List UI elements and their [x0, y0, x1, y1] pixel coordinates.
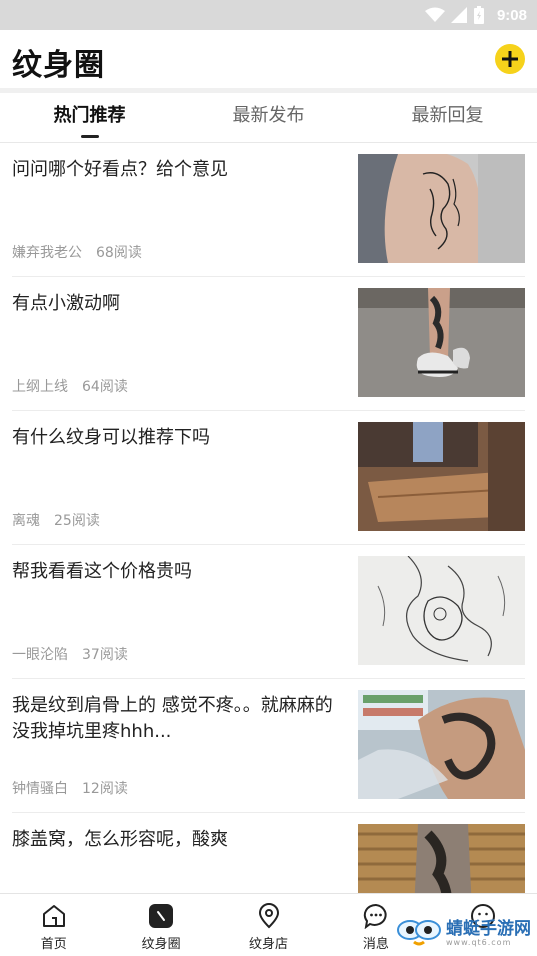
list-item[interactable]: 有什么纹身可以推荐下吗 离魂 25阅读: [12, 411, 525, 545]
circle-icon: [149, 904, 174, 928]
list-item[interactable]: 有点小激动啊 上纲上线 64阅读: [12, 277, 525, 411]
plus-icon: [502, 51, 518, 67]
post-title: 有什么纹身可以推荐下吗: [12, 427, 210, 448]
post-thumbnail[interactable]: [358, 422, 525, 531]
nav-home-label: 首页: [40, 937, 67, 952]
tab-replies-label: 最新回复: [411, 105, 484, 126]
status-time: 9:08: [496, 6, 527, 24]
post-title: 问问哪个好看点？给个意见: [12, 159, 228, 180]
tab-replies[interactable]: 最新回复: [358, 93, 537, 142]
post-author: 离魂: [12, 513, 40, 529]
list-item[interactable]: 膝盖窝，怎么形容呢，酸爽: [12, 813, 525, 893]
nav-shop[interactable]: 纹身店: [215, 894, 322, 956]
post-title: 帮我看看这个价格贵吗: [12, 561, 192, 582]
post-reads: 37阅读: [82, 647, 128, 663]
post-meta: 离魂 25阅读: [12, 510, 100, 530]
post-author: 上纲上线: [12, 379, 68, 395]
post-title: 我是纹到肩骨上的 感觉不疼。。就麻麻的 没我掉坑里疼hhh...: [12, 695, 333, 742]
tab-latest-label: 最新发布: [232, 105, 305, 126]
tab-hot[interactable]: 热门推荐: [0, 93, 179, 142]
post-meta: 上纲上线 64阅读: [12, 376, 128, 396]
post-thumbnail[interactable]: [358, 690, 525, 799]
watermark-text: 蜻蜓手游网: [446, 918, 531, 939]
nav-circle-label: 纹身圈: [141, 937, 181, 952]
battery-icon: [473, 6, 484, 24]
post-thumbnail[interactable]: [358, 288, 525, 397]
wifi-icon: [424, 7, 445, 22]
post-reads: 64阅读: [82, 379, 128, 395]
signal-icon: [450, 7, 467, 23]
post-meta: 一眼沦陷 37阅读: [12, 644, 128, 664]
post-meta: 嫌弃我老公 68阅读: [12, 242, 142, 262]
status-bar: 9:08: [0, 0, 537, 30]
list-item[interactable]: 我是纹到肩骨上的 感觉不疼。。就麻麻的 没我掉坑里疼hhh... 钟情骚白 12…: [12, 679, 525, 813]
tab-latest[interactable]: 最新发布: [179, 93, 358, 142]
dragonfly-logo-icon: [397, 920, 441, 946]
add-post-button[interactable]: [495, 44, 525, 74]
post-reads: 68阅读: [96, 245, 142, 261]
tab-indicator: [80, 135, 99, 138]
home-icon: [42, 905, 65, 927]
post-reads: 25阅读: [54, 513, 100, 529]
post-author: 一眼沦陷: [12, 647, 68, 663]
tab-hot-label: 热门推荐: [53, 105, 126, 126]
list-item[interactable]: 问问哪个好看点？给个意见 嫌弃我老公 68阅读: [12, 143, 525, 277]
post-title: 膝盖窝，怎么形容呢，酸爽: [12, 829, 228, 850]
post-title: 有点小激动啊: [12, 293, 120, 314]
post-meta: 钟情骚白 12阅读: [12, 778, 128, 798]
post-thumbnail[interactable]: [358, 556, 525, 665]
nav-messages-label: 消息: [362, 937, 389, 952]
watermark-sub: www.qt6.com: [446, 937, 512, 947]
post-reads: 12阅读: [82, 781, 128, 797]
tab-bar: 热门推荐 最新发布 最新回复: [0, 93, 537, 143]
post-list[interactable]: 问问哪个好看点？给个意见 嫌弃我老公 68阅读 有点小激动啊 上纲上线 64阅读: [0, 143, 537, 893]
watermark: 蜻蜓手游网 www.qt6.com: [396, 916, 531, 950]
nav-shop-label: 纹身店: [249, 937, 289, 952]
page-title: 纹身圈: [12, 48, 105, 83]
post-thumbnail[interactable]: [358, 154, 525, 263]
app-header: 纹身圈: [0, 30, 537, 88]
location-icon: [258, 903, 279, 929]
nav-home[interactable]: 首页: [0, 894, 107, 956]
post-author: 嫌弃我老公: [12, 245, 82, 261]
post-thumbnail[interactable]: [358, 824, 525, 893]
list-item[interactable]: 帮我看看这个价格贵吗 一眼沦陷 37阅读: [12, 545, 525, 679]
message-icon: [363, 903, 387, 929]
post-author: 钟情骚白: [12, 781, 68, 797]
nav-tattoo-circle[interactable]: 纹身圈: [107, 894, 214, 956]
